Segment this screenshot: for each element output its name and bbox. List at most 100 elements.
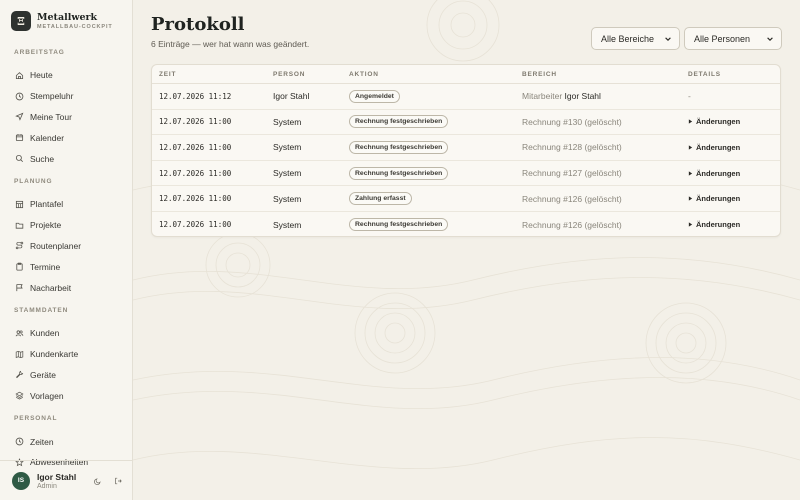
logout-button[interactable] xyxy=(111,474,125,488)
cell-person: System xyxy=(273,219,302,230)
area-main[interactable]: #128 xyxy=(563,142,582,152)
navigation-icon xyxy=(14,112,24,122)
changes-label: Änderungen xyxy=(696,142,741,152)
sidebar-item-label: Kundenkarte xyxy=(30,349,79,360)
area-suffix: (gelöscht) xyxy=(584,142,622,153)
area-suffix: (gelöscht) xyxy=(584,168,622,179)
changes-toggle[interactable]: Änderungen xyxy=(688,220,778,229)
user-role: Admin xyxy=(37,482,57,490)
sidebar: Ξ Metallwerk METALLBAU-COCKPIT ARBEITSTA… xyxy=(0,0,133,500)
cell-area: Rechnung #127 (gelöscht) xyxy=(522,168,688,178)
sidebar-item-kalender[interactable]: Kalender xyxy=(0,127,133,148)
sidebar-section-title: STAMMDATEN xyxy=(14,306,69,314)
brand[interactable]: Ξ Metallwerk METALLBAU-COCKPIT xyxy=(11,11,113,31)
sidebar-item-geräte[interactable]: Geräte xyxy=(0,365,133,386)
home-icon xyxy=(14,70,24,80)
layers-icon xyxy=(14,391,24,401)
disclosure-triangle-icon xyxy=(688,119,693,124)
sidebar-section-title: ARBEITSTAG xyxy=(14,49,65,56)
cell-action: Zahlung erfasst xyxy=(349,192,522,206)
area-prefix: Rechnung xyxy=(522,193,561,204)
sidebar-item-label: Heute xyxy=(30,70,53,81)
cell-person: Igor Stahl xyxy=(273,91,310,102)
sidebar-item-termine[interactable]: Termine xyxy=(0,256,133,277)
cell-person: System xyxy=(273,168,302,179)
page-subtitle: 6 Einträge — wer hat wann was geändert. xyxy=(151,39,310,49)
header-time: ZEIT xyxy=(159,70,177,78)
disclosure-triangle-icon xyxy=(688,145,693,150)
cell-details: Änderungen xyxy=(688,169,778,178)
header-action: AKTION xyxy=(349,70,379,78)
cell-area: Rechnung #130 (gelöscht) xyxy=(522,117,688,127)
avatar[interactable]: IS xyxy=(12,471,30,490)
sidebar-item-zeiten[interactable]: Zeiten xyxy=(0,431,133,452)
sidebar-item-nacharbeit[interactable]: Nacharbeit xyxy=(0,277,133,298)
brand-name: Metallwerk xyxy=(37,11,98,23)
sidebar-section-title: PLANUNG xyxy=(14,177,53,185)
changes-toggle[interactable]: Änderungen xyxy=(688,169,778,178)
sidebar-item-label: Geräte xyxy=(30,369,56,380)
sidebar-item-label: Vorlagen xyxy=(30,390,64,401)
changes-label: Änderungen xyxy=(696,194,741,204)
area-main[interactable]: #126 xyxy=(563,194,582,204)
wrench-icon xyxy=(14,370,24,380)
area-main[interactable]: #127 xyxy=(563,168,582,178)
sidebar-item-routenplaner[interactable]: Routenplaner xyxy=(0,236,133,257)
user-bar: IS Igor Stahl Admin xyxy=(0,460,133,500)
table-row: 12.07.2026 11:12 Igor Stahl Angemeldet Mita… xyxy=(152,84,780,110)
user-name: Igor Stahl xyxy=(37,471,77,482)
cell-area: Rechnung #126 (gelöscht) xyxy=(522,220,688,230)
action-badge: Rechnung festgeschrieben xyxy=(349,140,449,154)
area-main[interactable]: #126 xyxy=(563,220,582,230)
brand-subtitle: METALLBAU-COCKPIT xyxy=(37,23,113,30)
sidebar-item-projekte[interactable]: Projekte xyxy=(0,215,133,236)
person-filter-value: Alle Personen xyxy=(694,33,751,44)
area-filter-value: Alle Bereiche xyxy=(601,33,655,44)
cell-action: Angemeldet xyxy=(349,89,522,103)
sidebar-item-meine-tour[interactable]: Meine Tour xyxy=(0,107,133,128)
cell-action: Rechnung festgeschrieben xyxy=(349,166,522,180)
changes-toggle[interactable]: Änderungen xyxy=(688,143,778,152)
clipboard-icon xyxy=(14,262,24,272)
sidebar-item-kunden[interactable]: Kunden xyxy=(0,323,133,344)
sidebar-item-kundenkarte[interactable]: Kundenkarte xyxy=(0,344,133,365)
cell-details: Änderungen xyxy=(688,143,778,152)
table-row: 12.07.2026 11:00 System Zahlung erfasst Rec… xyxy=(152,186,780,212)
table-row: 12.07.2026 11:00 System Rechnung festgesch… xyxy=(152,135,780,161)
cell-details: Änderungen xyxy=(688,220,778,229)
brand-logo: Ξ xyxy=(11,11,31,31)
cell-details: Änderungen xyxy=(688,194,778,203)
area-main[interactable]: #130 xyxy=(563,117,582,127)
person-filter-select[interactable]: Alle Personen xyxy=(684,27,782,50)
action-badge: Rechnung festgeschrieben xyxy=(349,115,449,129)
theme-toggle-button[interactable] xyxy=(91,474,105,488)
cell-time: 12.07.2026 11:00 xyxy=(159,142,232,152)
sidebar-item-stempeluhr[interactable]: Stempeluhr xyxy=(0,86,133,107)
changes-label: Änderungen xyxy=(696,117,741,127)
sidebar-item-label: Nacharbeit xyxy=(30,282,72,293)
grid-icon xyxy=(14,199,24,209)
area-main[interactable]: Igor Stahl xyxy=(565,91,601,101)
clock-icon xyxy=(14,437,24,447)
changes-label: Änderungen xyxy=(696,168,741,178)
moon-icon xyxy=(94,477,101,485)
table-header: ZEIT PERSON AKTION BEREICH DETAILS xyxy=(152,65,780,84)
changes-toggle[interactable]: Änderungen xyxy=(688,117,778,126)
sidebar-section-title: PERSONAL xyxy=(14,415,58,423)
area-suffix: (gelöscht) xyxy=(584,193,622,204)
table-row: 12.07.2026 11:00 System Rechnung festgesch… xyxy=(152,212,780,236)
sidebar-item-suche[interactable]: Suche xyxy=(0,148,133,169)
chevron-down-icon xyxy=(767,37,773,41)
action-badge: Zahlung erfasst xyxy=(349,192,412,206)
cell-action: Rechnung festgeschrieben xyxy=(349,140,522,154)
sidebar-item-heute[interactable]: Heute xyxy=(0,65,133,86)
search-icon xyxy=(14,154,24,164)
cell-action: Rechnung festgeschrieben xyxy=(349,218,522,232)
changes-toggle[interactable]: Änderungen xyxy=(688,194,778,203)
sidebar-item-vorlagen[interactable]: Vorlagen xyxy=(0,385,133,406)
sidebar-nav: ARBEITSTAG Heute Stempeluhr Meine Tour Kalen… xyxy=(0,40,133,473)
sidebar-item-plantafel[interactable]: Plantafel xyxy=(0,194,133,215)
cell-time: 12.07.2026 11:00 xyxy=(159,168,232,178)
area-filter-select[interactable]: Alle Bereiche xyxy=(591,27,680,50)
header-details: DETAILS xyxy=(688,70,721,78)
